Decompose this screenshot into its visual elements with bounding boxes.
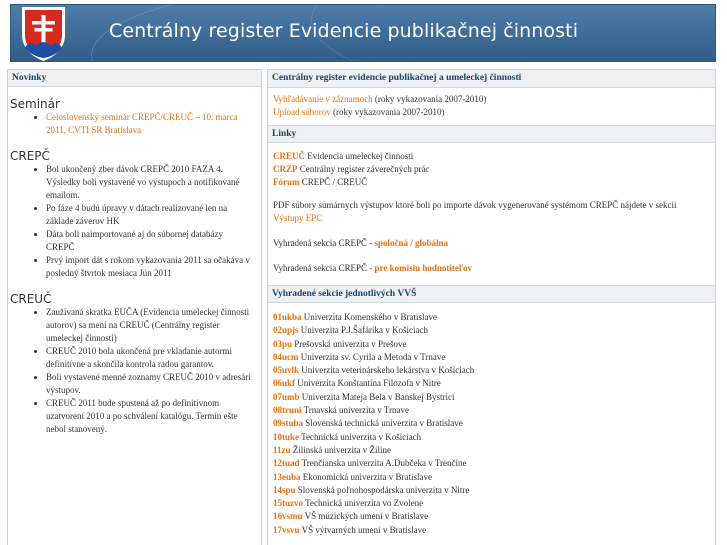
university-name: Univerzita sv. Cyrila a Metoda v Trnave bbox=[300, 351, 446, 362]
university-row: 13euba Ekonomická univerzita v Bratislav… bbox=[273, 471, 710, 484]
news-item: CREUČ 2010 bola ukončená pre vkladanie a… bbox=[46, 345, 261, 371]
crzp-link[interactable]: CRZP bbox=[273, 164, 298, 174]
university-row: 01ukba Univerzita Komenského v Bratislav… bbox=[273, 311, 710, 324]
university-name: Univerzita P.J.Šafárika v Košiciach bbox=[300, 325, 428, 336]
university-code-link[interactable]: 04ucm bbox=[273, 352, 299, 362]
university-name: Univerzita Komenského v Bratislave bbox=[303, 312, 437, 322]
news-list: Zaužívaná skratka EUČA (Evidencia umelec… bbox=[46, 306, 261, 436]
slovak-crest-icon bbox=[16, 5, 71, 61]
links-block: CREUČ Evidencia umeleckej činnosti CRZP … bbox=[268, 143, 715, 281]
university-row: 04ucm Univerzita sv. Cyrila a Metoda v T… bbox=[273, 351, 710, 364]
upload-files-link[interactable]: Upload súborov bbox=[273, 107, 331, 117]
creuc-link[interactable]: CREUČ bbox=[273, 151, 305, 161]
seminar-link[interactable]: Celoslovenský seminár CREPČ/CREUČ – 10. … bbox=[46, 112, 238, 135]
news-item: Dáta boli naimportované aj do súbornej d… bbox=[46, 228, 261, 254]
restricted-commission-link[interactable]: pre komisiu hodnotiteľov bbox=[374, 263, 472, 273]
university-code-link[interactable]: 13euba bbox=[273, 472, 301, 482]
news-panel-title: Novinky bbox=[8, 70, 261, 87]
news-item: Prvý import dát s rokom vykazovania 2011… bbox=[46, 254, 261, 280]
news-list: Bol ukončený zber dávok CREPČ 2010 FAZA … bbox=[46, 163, 261, 280]
university-row: 07umb Univerzita Mateja Bela v Banskej B… bbox=[273, 391, 710, 404]
university-row: 03pu Prešovská univerzita v Prešove bbox=[273, 338, 710, 351]
university-row: 17vsvu VŠ výtvarných umení v Bratislave bbox=[273, 524, 710, 537]
news-section-title: CREPČ bbox=[10, 149, 50, 163]
news-item: Po fáze 4 budú úpravy v dátach realizova… bbox=[46, 202, 261, 228]
university-code-link[interactable]: 03pu bbox=[273, 339, 292, 349]
link-row-crzp: CRZP Centrálny register záverečných prác bbox=[273, 164, 430, 174]
university-name: Technická univerzita v Košiciach bbox=[301, 431, 422, 442]
university-row: 14spu Slovenská poľnohospodárska univerz… bbox=[273, 484, 710, 497]
university-name: Slovenská technická univerzita v Bratisl… bbox=[305, 418, 463, 429]
university-code-link[interactable]: 15tuzvo bbox=[273, 498, 303, 508]
university-row: 15tuzvo Technická univerzita vo Zvolene bbox=[273, 497, 710, 510]
news-list: Celoslovenský seminár CREPČ/CREUČ – 10. … bbox=[46, 111, 261, 137]
university-name: Univerzita veterinárskeho lekárstva v Ko… bbox=[301, 365, 475, 376]
restricted-section-global: Vyhradená sekcia CREPČ - spoločná / glob… bbox=[273, 238, 449, 248]
main-panel-title: Centrálny register evidencie publikačnej… bbox=[268, 70, 715, 88]
university-code-link[interactable]: 05uvlk bbox=[273, 365, 299, 375]
main-panel: Centrálny register evidencie publikačnej… bbox=[267, 69, 716, 545]
university-name: Trenčianska univerzita A.Dubčeka v Trenč… bbox=[301, 458, 467, 469]
news-item: Boli vystavené menné zoznamy CREUČ 2010 … bbox=[46, 371, 261, 397]
university-code-link[interactable]: 07umb bbox=[273, 392, 300, 402]
site-title: Centrálny register Evidencie publikačnej… bbox=[109, 20, 579, 42]
university-row: 12tuad Trenčianska univerzita A.Dubčeka … bbox=[273, 457, 710, 470]
restricted-global-link[interactable]: spoločná / globálna bbox=[374, 238, 448, 248]
main-links: Vyhľadávanie v záznamoch (roky vykazovan… bbox=[268, 88, 715, 125]
university-code-link[interactable]: 01ukba bbox=[273, 312, 302, 322]
university-row: 11zu Žilinská univerzita v Žiline bbox=[273, 444, 710, 457]
university-row: 08truni Trnavská univerzita v Trnave bbox=[273, 404, 710, 417]
university-code-link[interactable]: 09stuba bbox=[273, 418, 303, 428]
site-header: Centrálny register Evidencie publikačnej… bbox=[10, 4, 716, 62]
university-name: Trnavská univerzita v Trnave bbox=[303, 405, 410, 416]
university-name: VŠ múzických umení v Bratislave bbox=[304, 511, 429, 522]
university-name: Prešovská univerzita v Prešove bbox=[294, 338, 407, 349]
news-content: SeminárCeloslovenský seminár CREPČ/CREUČ… bbox=[8, 97, 261, 436]
forum-link[interactable]: Fórum bbox=[273, 177, 300, 187]
university-name: Technická univerzita vo Zvolene bbox=[305, 498, 424, 509]
university-name: Slovenská poľnohospodárska univerzita v … bbox=[297, 484, 470, 495]
university-name: VŠ výtvarných umení v Bratislave bbox=[301, 524, 427, 535]
university-code-link[interactable]: 11zu bbox=[273, 445, 291, 455]
university-name: Univerzita Konštantína Filozofa v Nitre bbox=[297, 378, 441, 389]
upload-files-row: Upload súborov (roky vykazovania 2007-20… bbox=[273, 107, 445, 117]
university-list: 01ukba Univerzita Komenského v Bratislav… bbox=[268, 303, 715, 543]
university-name: Univerzita Mateja Bela v Banskej Bystric… bbox=[301, 391, 455, 402]
link-row-forum: Fórum CREPČ / CREUČ bbox=[273, 177, 368, 187]
news-item: CREUČ 2011 bude spustená až po definitív… bbox=[46, 397, 261, 436]
university-code-link[interactable]: 12tuad bbox=[273, 458, 300, 468]
university-row: 10tuke Technická univerzita v Košiciach bbox=[273, 431, 710, 444]
university-code-link[interactable]: 06ukf bbox=[273, 378, 295, 388]
outputs-epc-link[interactable]: Výstupy EPC bbox=[273, 213, 322, 223]
university-row: 09stuba Slovenská technická univerzita v… bbox=[273, 417, 710, 430]
university-code-link[interactable]: 10tuke bbox=[273, 432, 299, 442]
news-section-title: Seminár bbox=[10, 97, 60, 111]
university-code-link[interactable]: 17vsvu bbox=[273, 525, 300, 535]
university-code-link[interactable]: 02upjs bbox=[273, 325, 299, 335]
university-code-link[interactable]: 08truni bbox=[273, 405, 302, 415]
news-item: Bol ukončený zber dávok CREPČ 2010 FAZA … bbox=[46, 163, 261, 202]
news-item: Zaužívaná skratka EUČA (Evidencia umelec… bbox=[46, 306, 261, 345]
vvs-title: Vyhradené sekcie jednotlivých VVŠ bbox=[268, 285, 715, 303]
university-row: 16vsmu VŠ múzických umení v Bratislave bbox=[273, 510, 710, 523]
university-row: 06ukf Univerzita Konštantína Filozofa v … bbox=[273, 377, 710, 390]
pdf-text: PDF súbory sumárnych výstupov ktoré boli… bbox=[273, 200, 677, 210]
university-name: Žilinská univerzita v Žiline bbox=[292, 444, 391, 455]
search-records-link[interactable]: Vyhľadávanie v záznamoch bbox=[273, 94, 373, 104]
university-name: Ekonomická univerzita v Bratislave bbox=[302, 471, 432, 482]
search-records-row: Vyhľadávanie v záznamoch (roky vykazovan… bbox=[273, 94, 487, 104]
news-panel: Novinky SeminárCeloslovenský seminár CRE… bbox=[7, 69, 262, 545]
university-row: 02upjs Univerzita P.J.Šafárika v Košicia… bbox=[273, 324, 710, 337]
university-code-link[interactable]: 14spu bbox=[273, 485, 296, 495]
restricted-section-commission: Vyhradená sekcia CREPČ - pre komisiu hod… bbox=[273, 263, 473, 273]
news-item[interactable]: Celoslovenský seminár CREPČ/CREUČ – 10. … bbox=[46, 111, 261, 137]
news-section-title: CREUČ bbox=[10, 292, 52, 306]
link-row-creuc: CREUČ Evidencia umeleckej činnosti bbox=[273, 151, 414, 161]
university-row: 05uvlk Univerzita veterinárskeho lekárst… bbox=[273, 364, 710, 377]
links-title: Linky bbox=[268, 125, 715, 143]
university-code-link[interactable]: 16vsmu bbox=[273, 511, 303, 521]
